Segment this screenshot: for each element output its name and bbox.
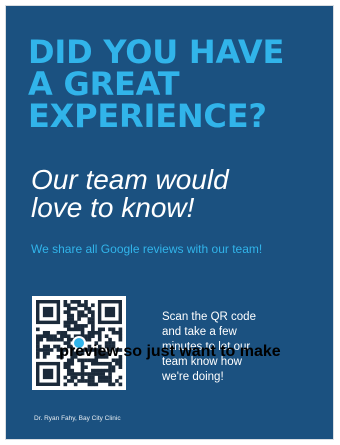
overlay-caption: preview so just want to make <box>59 343 281 360</box>
scan-line-1: Scan the QR code <box>162 311 256 323</box>
subheadline: Our team would love to know! <box>31 166 321 222</box>
scan-line-5: we're doing! <box>162 371 224 383</box>
headline-line-1: DID YOU HAVE <box>28 33 285 71</box>
headline: DID YOU HAVE A GREAT EXPERIENCE? <box>28 36 328 132</box>
share-text: We share all Google reviews with our tea… <box>31 242 263 256</box>
headline-line-2: A GREAT <box>28 65 180 103</box>
subhead-line-1: Our team would <box>31 164 229 195</box>
scan-line-2: and take a few <box>162 326 237 338</box>
subhead-line-2: love to know! <box>31 192 195 223</box>
footer-credit: Dr. Ryan Fahy, Bay City Clinic <box>34 415 121 422</box>
review-poster: DID YOU HAVE A GREAT EXPERIENCE? Our tea… <box>6 6 333 439</box>
headline-line-3: EXPERIENCE? <box>28 97 267 135</box>
